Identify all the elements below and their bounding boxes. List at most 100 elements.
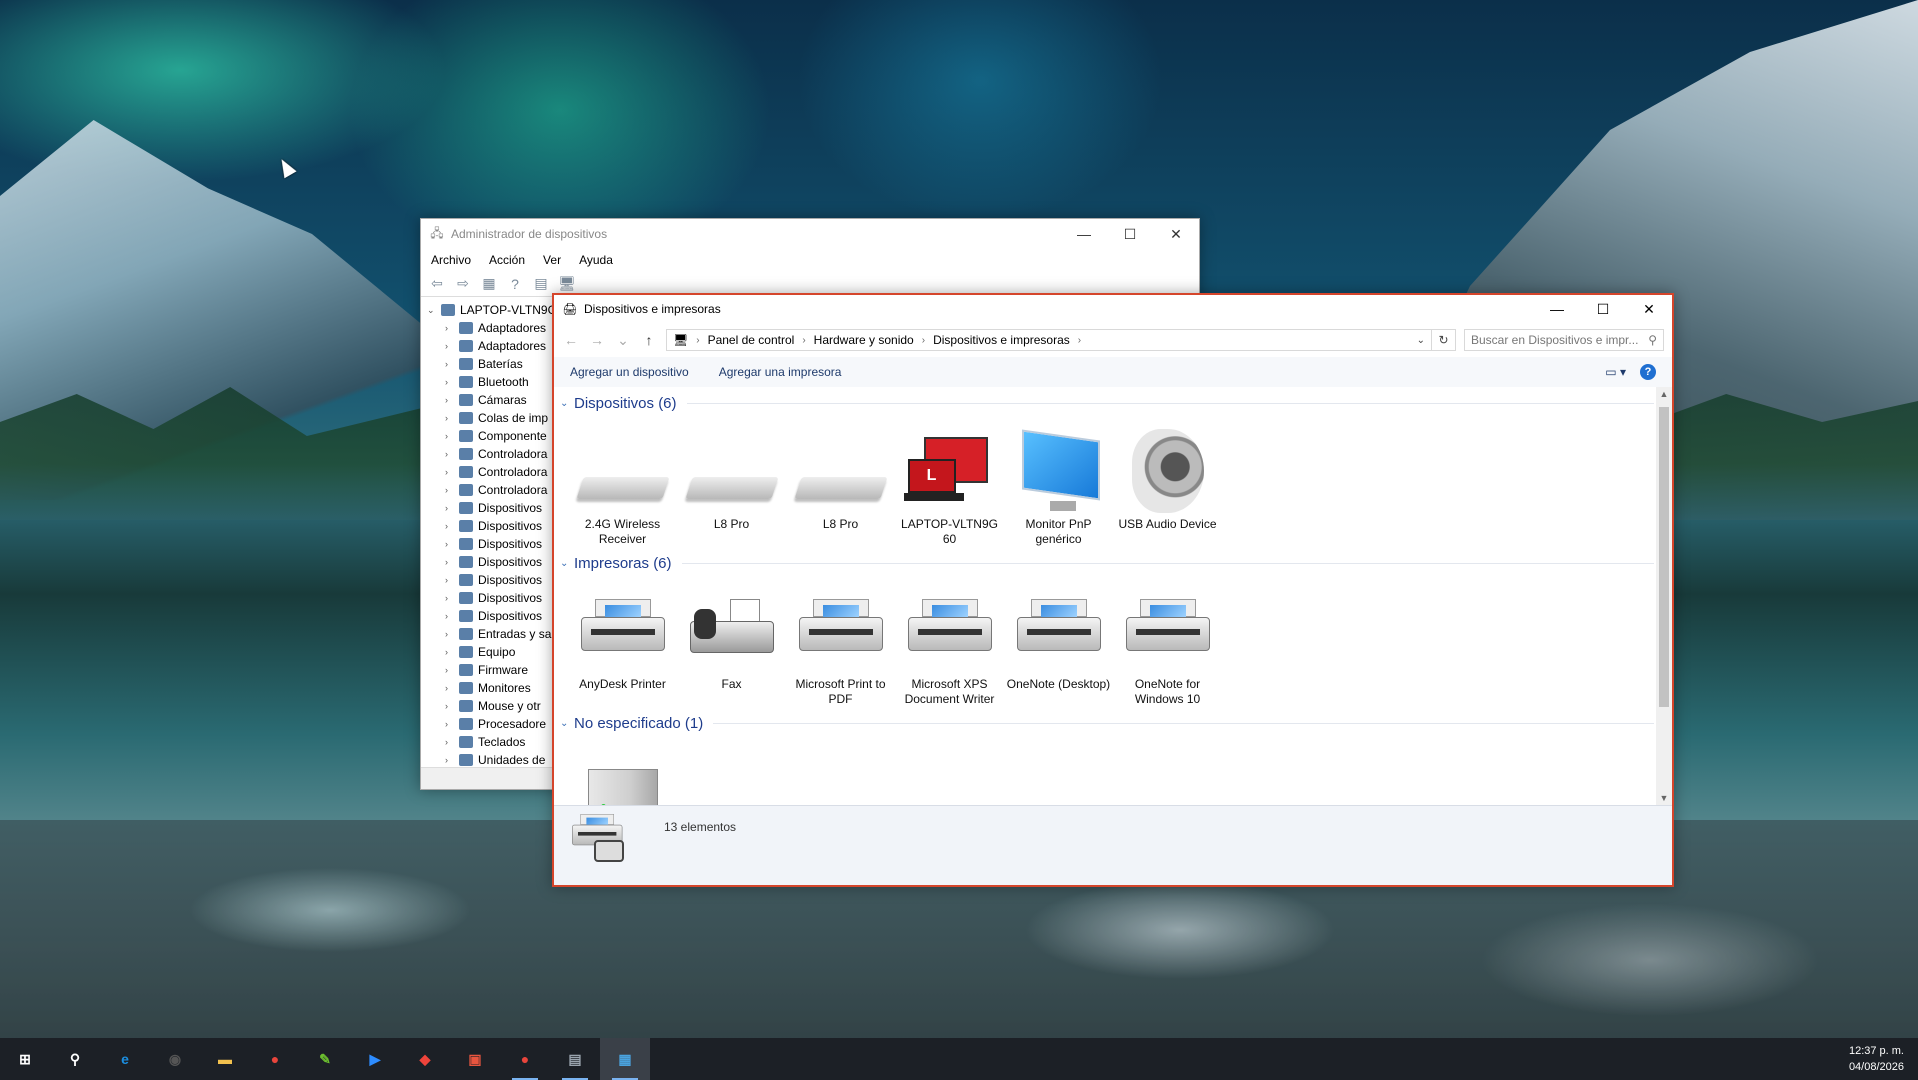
scrollbar-thumb[interactable] [1659,407,1669,707]
device-item[interactable]: L8 Pro [786,415,895,547]
help-icon[interactable]: ? [505,276,525,292]
back-icon[interactable]: ⇦ [427,275,447,292]
chevron-right-icon[interactable]: › [445,323,459,333]
vertical-scrollbar[interactable]: ▲ ▼ [1656,387,1672,805]
chevron-right-icon[interactable]: › [445,539,459,549]
add-printer-button[interactable]: Agregar una impresora [719,365,842,379]
chevron-right-icon[interactable]: › [445,359,459,369]
forward-icon[interactable]: ⇨ [453,275,473,292]
breadcrumb-dispositivos-e-impresoras[interactable]: Dispositivos e impresoras [933,333,1070,347]
device-item[interactable]: L LAPTOP-VLTN9G 60 [895,415,1004,547]
chevron-right-icon[interactable]: › [445,341,459,351]
chevron-right-icon[interactable]: › [445,701,459,711]
address-dropdown-icon[interactable]: ⌄ [1417,335,1425,346]
refresh-icon[interactable]: ↻ [1432,329,1456,351]
menu-archivo[interactable]: Archivo [431,253,471,267]
chevron-right-icon[interactable]: › [445,647,459,657]
menu-ver[interactable]: Ver [543,253,561,267]
search-icon[interactable]: ⚲ [1648,333,1657,347]
forward-arrow-icon[interactable]: → [588,332,606,348]
devices-printers-icon[interactable]: ▦ [600,1038,650,1080]
printer-item[interactable]: AnyDesk Printer [568,575,677,707]
chrome-profile-icon[interactable]: ● [500,1038,550,1080]
back-arrow-icon[interactable]: ← [562,332,580,348]
close-button[interactable]: ✕ [1626,295,1672,323]
chevron-right-icon[interactable]: › [445,755,459,765]
group-header-devices[interactable]: ⌄ Dispositivos (6) [560,391,1654,415]
unspecified-item[interactable] [568,735,677,805]
device-item[interactable]: L8 Pro [677,415,786,547]
search-input[interactable]: Buscar en Dispositivos e impr... ⚲ [1464,329,1664,351]
close-button[interactable]: ✕ [1153,219,1199,249]
edge-icon[interactable]: e [100,1038,150,1080]
search-icon[interactable]: ⚲ [50,1038,100,1080]
scroll-down-icon[interactable]: ▼ [1656,793,1672,803]
script-icon[interactable]: ✎ [300,1038,350,1080]
breadcrumb-separator-icon[interactable]: › [696,335,699,346]
chevron-right-icon[interactable]: › [445,467,459,477]
scan-hardware-icon[interactable]: 🖥 [557,275,577,292]
chevron-right-icon[interactable]: › [445,557,459,567]
menu-ayuda[interactable]: Ayuda [579,253,613,267]
file-explorer-icon[interactable]: ▬ [200,1038,250,1080]
chevron-right-icon[interactable]: › [445,737,459,747]
maximize-button[interactable]: ☐ [1580,295,1626,323]
maximize-button[interactable]: ☐ [1107,219,1153,249]
scroll-up-icon[interactable]: ▲ [1656,389,1672,399]
printer-item[interactable]: Fax [677,575,786,707]
view-options-icon[interactable]: ▭ ▾ [1605,365,1626,379]
device-manager-titlebar[interactable]: 🖧 Administrador de dispositivos — ☐ ✕ [421,219,1199,249]
device-manager-icon[interactable]: ▤ [550,1038,600,1080]
chevron-right-icon[interactable]: › [445,521,459,531]
menu-accion[interactable]: Acción [489,253,525,267]
chevron-down-icon[interactable]: ⌄ [560,558,574,569]
chevron-right-icon[interactable]: › [445,593,459,603]
chevron-right-icon[interactable]: › [445,485,459,495]
chevron-right-icon[interactable]: › [445,503,459,513]
device-item[interactable]: USB Audio Device [1113,415,1222,547]
chevron-right-icon[interactable]: › [445,575,459,585]
chevron-right-icon[interactable]: › [445,665,459,675]
chevron-right-icon[interactable]: › [445,431,459,441]
address-bar[interactable]: 🖥 › Panel de control › Hardware y sonido… [666,329,1432,351]
minimize-button[interactable]: — [1061,219,1107,249]
breadcrumb-separator-icon[interactable]: › [922,335,925,346]
toolbox-icon[interactable]: ▣ [450,1038,500,1080]
chevron-right-icon[interactable]: › [445,449,459,459]
breadcrumb-panel-de-control[interactable]: Panel de control [708,333,795,347]
add-device-button[interactable]: Agregar un dispositivo [570,365,689,379]
group-header-unspecified[interactable]: ⌄ No especificado (1) [560,711,1654,735]
chrome-icon[interactable]: ● [250,1038,300,1080]
chevron-right-icon[interactable]: › [445,413,459,423]
devices-printers-titlebar[interactable]: 🖨 Dispositivos e impresoras — ☐ ✕ [554,295,1672,323]
up-arrow-icon[interactable]: ↑ [640,332,658,348]
help-icon[interactable]: ? [1640,364,1656,380]
zoom-icon[interactable]: ▶ [350,1038,400,1080]
view-icon[interactable]: ▤ [531,275,551,292]
minimize-button[interactable]: — [1534,295,1580,323]
chevron-right-icon[interactable]: › [445,683,459,693]
start-icon[interactable]: ⊞ [0,1038,50,1080]
chevron-right-icon[interactable]: › [445,395,459,405]
chevron-down-icon[interactable]: ⌄ [560,718,574,729]
recent-dropdown-icon[interactable]: ⌄ [614,332,632,349]
printer-item[interactable]: OneNote (Desktop) [1004,575,1113,707]
breadcrumb-separator-icon[interactable]: › [802,335,805,346]
group-header-printers[interactable]: ⌄ Impresoras (6) [560,551,1654,575]
printer-item[interactable]: Microsoft XPS Document Writer [895,575,1004,707]
breadcrumb-separator-icon[interactable]: › [1078,335,1081,346]
device-item[interactable]: Monitor PnP genérico [1004,415,1113,547]
chevron-right-icon[interactable]: › [445,377,459,387]
device-item[interactable]: 2.4G Wireless Receiver [568,415,677,547]
obs-icon[interactable]: ◉ [150,1038,200,1080]
chevron-down-icon[interactable]: ⌄ [560,398,574,409]
anydesk-icon[interactable]: ◆ [400,1038,450,1080]
clock[interactable]: 12:37 p. m. 04/08/2026 [1849,1043,1918,1075]
chevron-right-icon[interactable]: › [445,719,459,729]
chevron-down-icon[interactable]: ⌄ [427,305,441,316]
chevron-right-icon[interactable]: › [445,611,459,621]
properties-icon[interactable]: ▦ [479,275,499,292]
printer-item[interactable]: OneNote for Windows 10 [1113,575,1222,707]
breadcrumb-hardware-y-sonido[interactable]: Hardware y sonido [814,333,914,347]
chevron-right-icon[interactable]: › [445,629,459,639]
